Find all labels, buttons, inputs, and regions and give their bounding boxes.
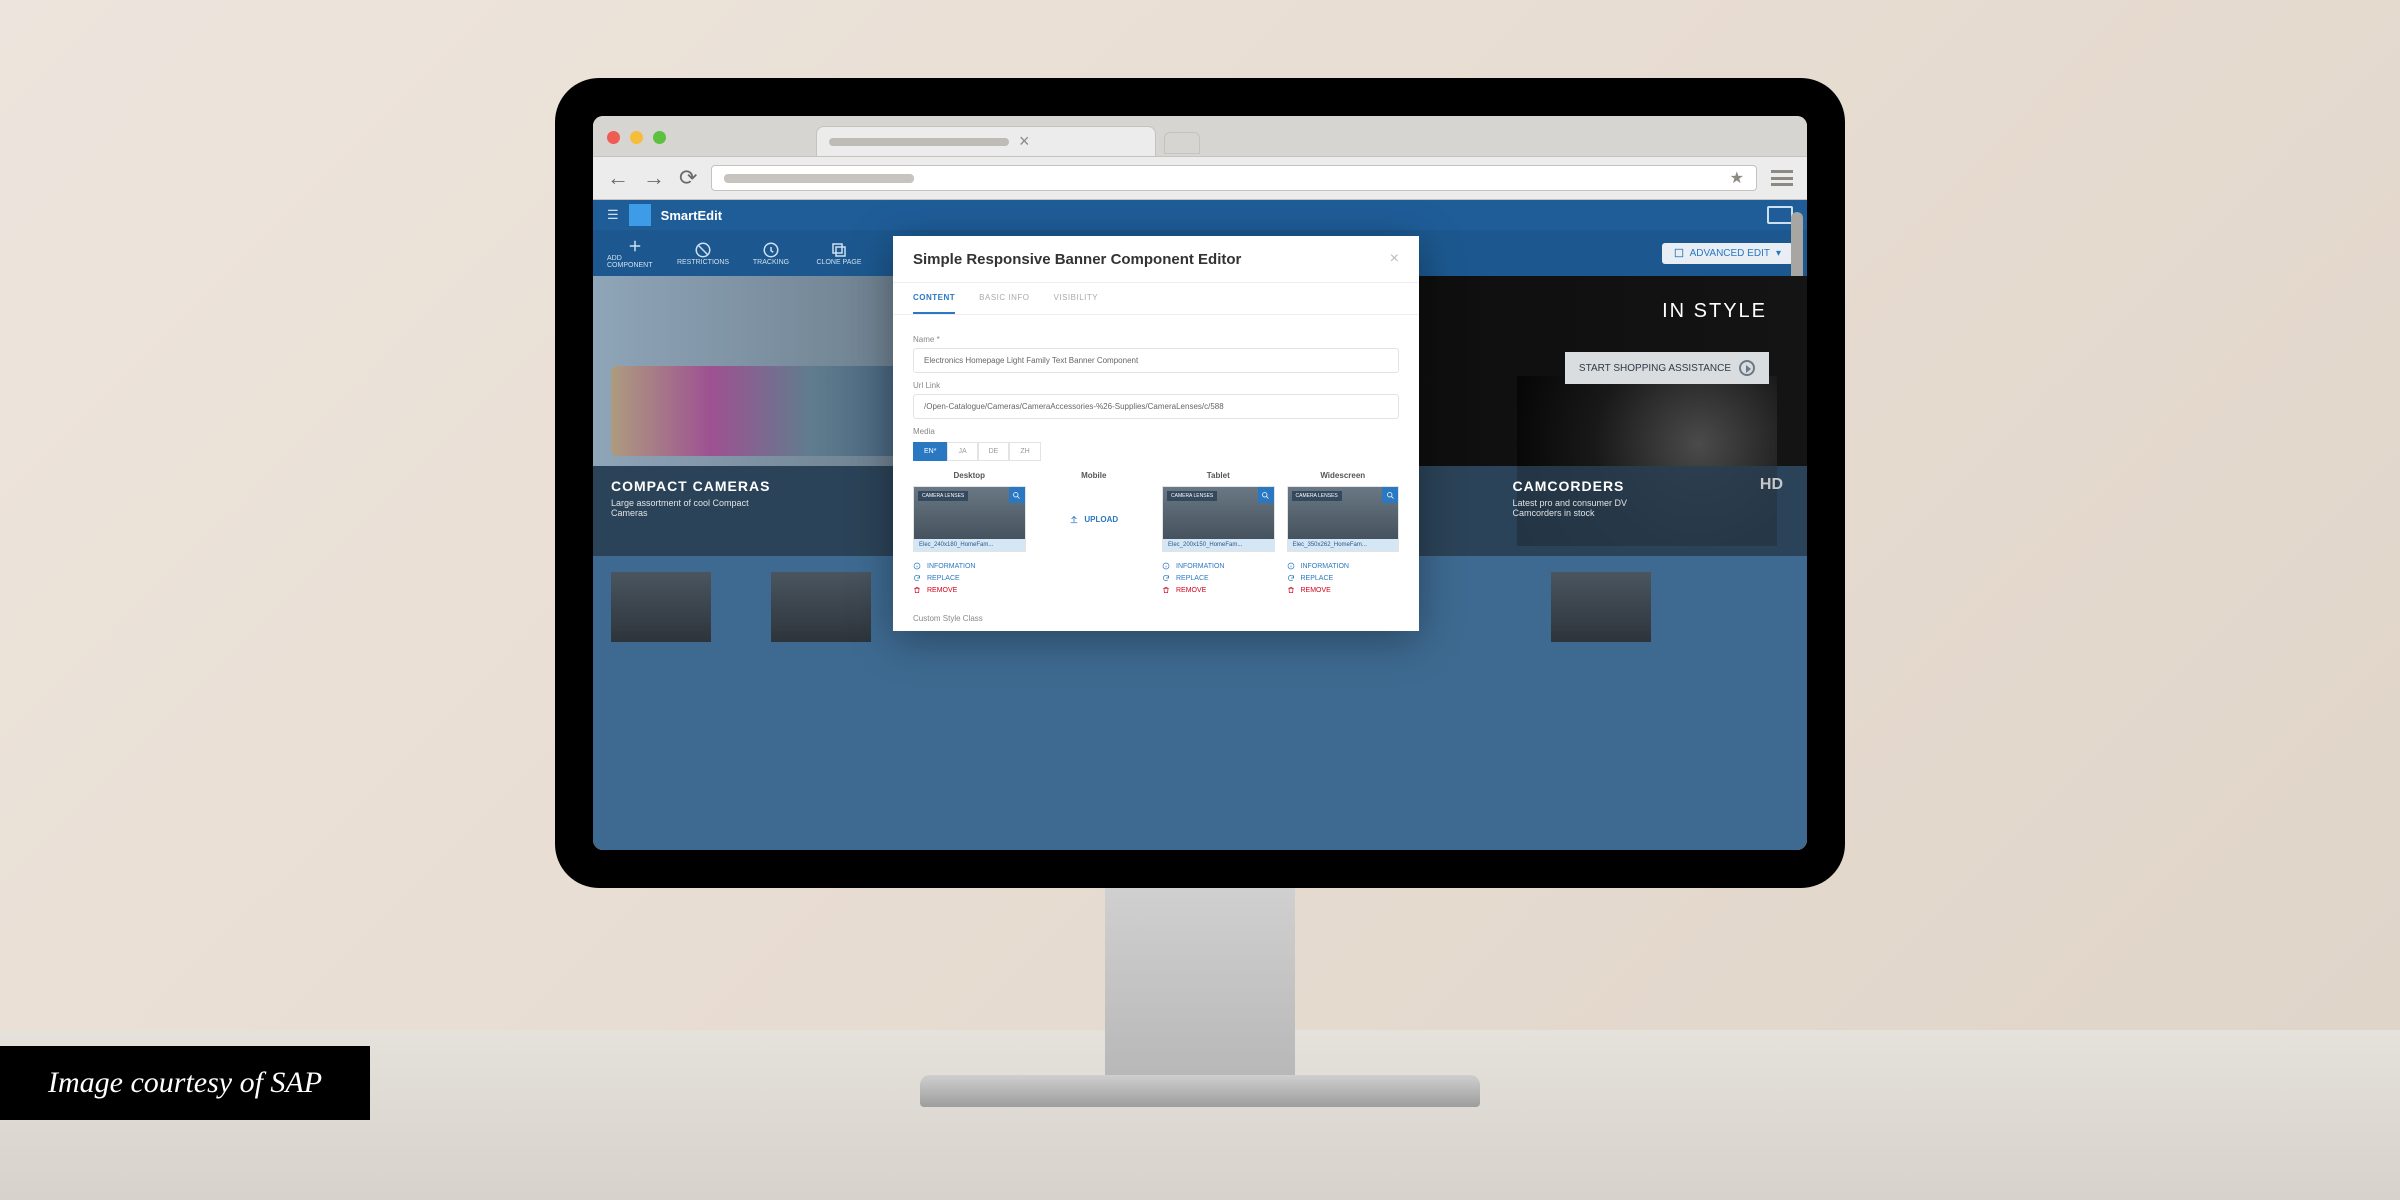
media-header-desktop: Desktop — [953, 471, 985, 480]
remove-button[interactable]: REMOVE — [913, 584, 1026, 596]
url-input[interactable] — [913, 394, 1399, 419]
device-preview-icon[interactable] — [1767, 206, 1793, 224]
media-thumb-desktop[interactable]: CAMERA LENSES Elec_240x180_HomeFam... — [913, 486, 1026, 552]
remove-button[interactable]: REMOVE — [1162, 584, 1275, 596]
url-label: Url Link — [913, 381, 1399, 390]
modal-close-icon[interactable]: × — [1390, 250, 1399, 268]
window-zoom-icon[interactable] — [653, 131, 666, 144]
dropdown-caret-icon: ▾ — [1776, 248, 1781, 259]
browser-toolbar: ← → ⟳ ★ — [593, 156, 1807, 200]
replace-button[interactable]: REPLACE — [913, 572, 1026, 584]
add-component-button[interactable]: ADD COMPONENT — [607, 237, 663, 269]
tab-basic-info[interactable]: BASIC INFO — [979, 283, 1029, 314]
hamburger-icon[interactable]: ☰ — [607, 207, 619, 223]
zoom-icon[interactable] — [1009, 487, 1025, 503]
product-thumb[interactable] — [611, 572, 711, 642]
lang-tab-de[interactable]: DE — [978, 442, 1010, 461]
address-bar[interactable]: ★ — [711, 165, 1757, 191]
tab-content[interactable]: CONTENT — [913, 283, 955, 314]
upload-button[interactable]: UPLOAD — [1038, 486, 1151, 552]
browser-tab[interactable]: × — [816, 126, 1156, 156]
media-thumb-tablet[interactable]: CAMERA LENSES Elec_200x150_HomeFam... — [1162, 486, 1275, 552]
tab-close-icon[interactable]: × — [1019, 131, 1030, 152]
replace-button[interactable]: REPLACE — [1162, 572, 1275, 584]
back-button[interactable]: ← — [607, 165, 629, 191]
product-thumb[interactable] — [771, 572, 871, 642]
browser-menu-icon[interactable] — [1771, 170, 1793, 186]
play-icon — [1739, 360, 1755, 376]
lang-tab-en[interactable]: EN* — [913, 442, 947, 461]
window-close-icon[interactable] — [607, 131, 620, 144]
restrictions-button[interactable]: RESTRICTIONS — [675, 241, 731, 266]
remove-button[interactable]: REMOVE — [1287, 584, 1400, 596]
forward-button[interactable]: → — [643, 165, 665, 191]
start-shopping-button[interactable]: START SHOPPING ASSISTANCE — [1565, 352, 1769, 384]
smartedit-header: ☰ SmartEdit — [593, 200, 1807, 230]
name-input[interactable] — [913, 348, 1399, 373]
modal-title: Simple Responsive Banner Component Edito… — [913, 251, 1241, 268]
media-header-widescreen: Widescreen — [1320, 471, 1365, 480]
media-thumb-widescreen[interactable]: CAMERA LENSES Elec_350x262_HomeFam... — [1287, 486, 1400, 552]
advanced-edit-button[interactable]: ADVANCED EDIT ▾ — [1662, 243, 1793, 264]
lang-tab-ja[interactable]: JA — [947, 442, 977, 461]
lang-tab-zh[interactable]: ZH — [1009, 442, 1040, 461]
component-editor-modal: Simple Responsive Banner Component Edito… — [893, 236, 1419, 631]
app-brand: SmartEdit — [661, 208, 722, 223]
hd-badge: HD — [1760, 476, 1783, 494]
name-label: Name * — [913, 335, 1399, 344]
media-header-tablet: Tablet — [1207, 471, 1230, 480]
window-minimize-icon[interactable] — [630, 131, 643, 144]
category-tile-compact-cameras[interactable]: COMPACT CAMERAS Large assortment of cool… — [593, 466, 906, 556]
replace-button[interactable]: REPLACE — [1287, 572, 1400, 584]
product-thumb[interactable] — [1551, 572, 1651, 642]
smartedit-logo-icon — [629, 204, 651, 226]
reload-button[interactable]: ⟳ — [679, 165, 697, 191]
browser-tabbar: × — [593, 116, 1807, 156]
info-button[interactable]: INFORMATION — [1162, 560, 1275, 572]
info-button[interactable]: INFORMATION — [1287, 560, 1400, 572]
zoom-icon[interactable] — [1258, 487, 1274, 503]
image-credit: Image courtesy of SAP — [0, 1046, 370, 1120]
info-button[interactable]: INFORMATION — [913, 560, 1026, 572]
media-header-mobile: Mobile — [1081, 471, 1106, 480]
media-label: Media — [913, 427, 1399, 436]
zoom-icon[interactable] — [1382, 487, 1398, 503]
monitor-frame: × ← → ⟳ ★ ☰ SmartEdit — [555, 78, 1845, 888]
tracking-button[interactable]: TRACKING — [743, 241, 799, 266]
hero-headline: IN STYLE — [1662, 300, 1767, 323]
bookmark-icon[interactable]: ★ — [1730, 168, 1744, 188]
tab-visibility[interactable]: VISIBILITY — [1054, 283, 1099, 314]
custom-style-label: Custom Style Class — [913, 614, 1399, 623]
clone-page-button[interactable]: CLONE PAGE — [811, 241, 867, 266]
new-tab-button[interactable] — [1164, 132, 1200, 154]
